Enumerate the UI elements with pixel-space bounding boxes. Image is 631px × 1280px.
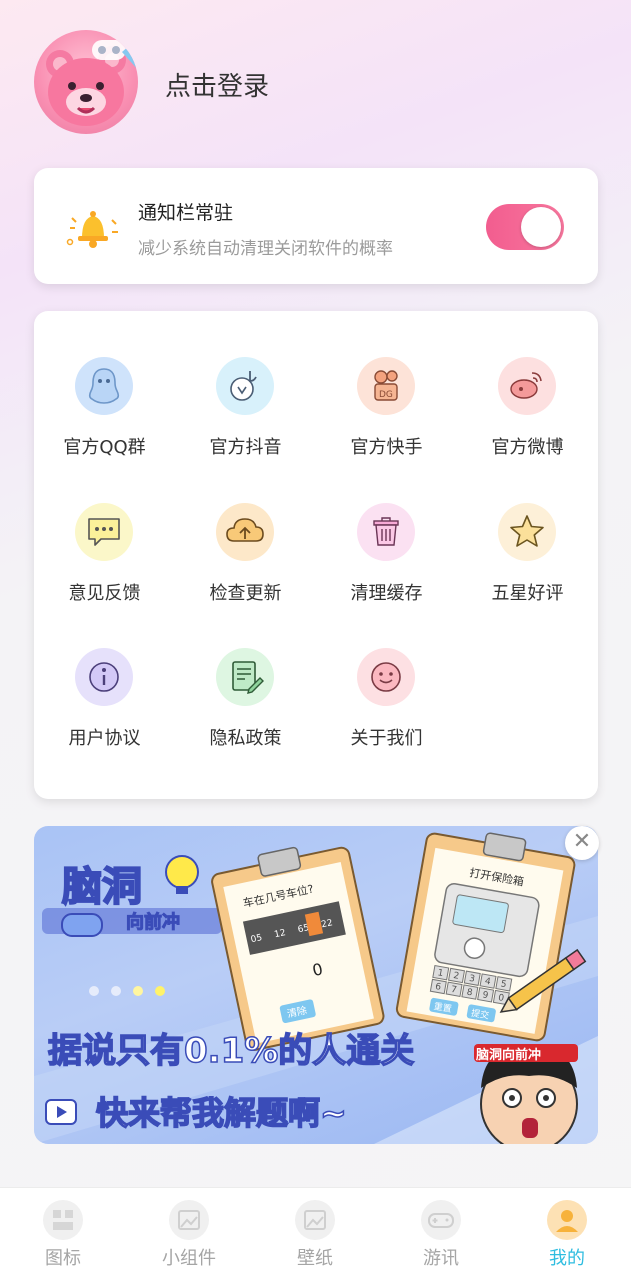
- bell-icon: [66, 211, 118, 248]
- bottom-tab-bar: 图标 小组件 壁纸 游讯 我的: [0, 1187, 631, 1280]
- widget-icon: [169, 1200, 209, 1240]
- grid-label: 清理缓存: [350, 583, 423, 604]
- login-link[interactable]: 点击登录: [165, 66, 269, 103]
- kuaishou-icon: DG: [357, 357, 415, 415]
- grid-label: 五星好评: [491, 583, 564, 604]
- brain-game-banner-illustration: 脑洞 向前冲 车在几号车位? 05 12 65 22 0 清除 打开保险箱 1 …: [34, 832, 598, 1144]
- feedback-chat-icon: [75, 503, 133, 561]
- banner-subline: 快来帮我解题啊~: [96, 1094, 347, 1132]
- tab-game-news[interactable]: 游讯: [378, 1196, 504, 1276]
- grid-item-official-weibo[interactable]: 官方微博: [457, 357, 598, 487]
- grid-label: 官方快手: [350, 437, 423, 458]
- notify-toggle[interactable]: [486, 204, 564, 250]
- svg-text:DG: DG: [379, 390, 393, 400]
- banner-close-button[interactable]: ✕: [565, 826, 599, 860]
- grid-item-about-us[interactable]: 关于我们: [316, 648, 457, 778]
- grid-item-official-qq[interactable]: 官方QQ群: [34, 357, 175, 487]
- avatar[interactable]: [34, 30, 138, 134]
- gamepad-icon: [421, 1200, 461, 1240]
- bear-avatar-icon: [46, 38, 138, 126]
- tab-label: 小组件: [162, 1248, 216, 1269]
- profile-icon: [547, 1200, 587, 1240]
- banner-logo-title: 脑洞: [62, 864, 142, 910]
- grid-item-privacy-policy[interactable]: 隐私政策: [175, 648, 316, 778]
- banner-logo-subtitle: 向前冲: [126, 911, 180, 933]
- close-icon: ✕: [572, 829, 592, 854]
- tab-mine[interactable]: 我的: [504, 1196, 630, 1276]
- toggle-knob: [521, 207, 561, 247]
- tab-wallpaper[interactable]: 壁纸: [252, 1196, 378, 1276]
- grid-item-five-star-rating[interactable]: 五星好评: [457, 503, 598, 633]
- grid-item-clear-cache[interactable]: 清理缓存: [316, 503, 457, 633]
- tab-label: 我的: [549, 1248, 585, 1269]
- tab-label: 游讯: [423, 1248, 459, 1269]
- grid-item-official-kuaishou[interactable]: DG 官方快手: [316, 357, 457, 487]
- info-icon: [75, 648, 133, 706]
- star-icon: [498, 503, 556, 561]
- wallpaper-icon: [295, 1200, 335, 1240]
- qq-penguin-icon: [75, 357, 133, 415]
- douyin-icon: [216, 357, 274, 415]
- trash-icon: [357, 503, 415, 561]
- promo-banner[interactable]: 脑洞 向前冲 车在几号车位? 05 12 65 22 0 清除 打开保险箱 1 …: [34, 826, 598, 1144]
- smile-face-icon: [357, 648, 415, 706]
- banner-headline: 据说只有0.1%的人通关: [48, 1031, 414, 1071]
- cloud-upload-icon: [216, 503, 274, 561]
- grid-label: 官方微博: [491, 437, 564, 458]
- grid-item-check-update[interactable]: 检查更新: [175, 503, 316, 633]
- grid-label: 意见反馈: [68, 583, 141, 604]
- tab-widgets[interactable]: 小组件: [126, 1196, 252, 1276]
- grid-label: 隐私政策: [209, 728, 282, 749]
- profile-header: 点击登录: [0, 0, 631, 160]
- grid-item-official-douyin[interactable]: 官方抖音: [175, 357, 316, 487]
- document-edit-icon: [216, 648, 274, 706]
- character-headband: 脑洞向前冲: [476, 1047, 541, 1063]
- tab-label: 壁纸: [297, 1248, 333, 1269]
- grid-label: 官方抖音: [209, 437, 282, 458]
- tab-icons[interactable]: 图标: [0, 1196, 126, 1276]
- grid-item-feedback[interactable]: 意见反馈: [34, 503, 175, 633]
- icons-grid-icon: [43, 1200, 83, 1240]
- grid-label: 用户协议: [68, 728, 141, 749]
- settings-grid-card: 官方QQ群 官方抖音 DG 官方快手 官方微博 意见反馈 检查更新 清理缓存 五…: [34, 311, 598, 799]
- grid-label: 官方QQ群: [63, 437, 146, 458]
- notification-setting-card: 通知栏常驻 减少系统自动清理关闭软件的概率: [34, 168, 598, 284]
- grid-item-user-agreement[interactable]: 用户协议: [34, 648, 175, 778]
- grid-label: 关于我们: [350, 728, 423, 749]
- notify-description: 减少系统自动清理关闭软件的概率: [138, 239, 393, 259]
- weibo-icon: [498, 357, 556, 415]
- notify-title: 通知栏常驻: [138, 202, 234, 224]
- tab-label: 图标: [45, 1248, 81, 1269]
- grid-label: 检查更新: [209, 583, 282, 604]
